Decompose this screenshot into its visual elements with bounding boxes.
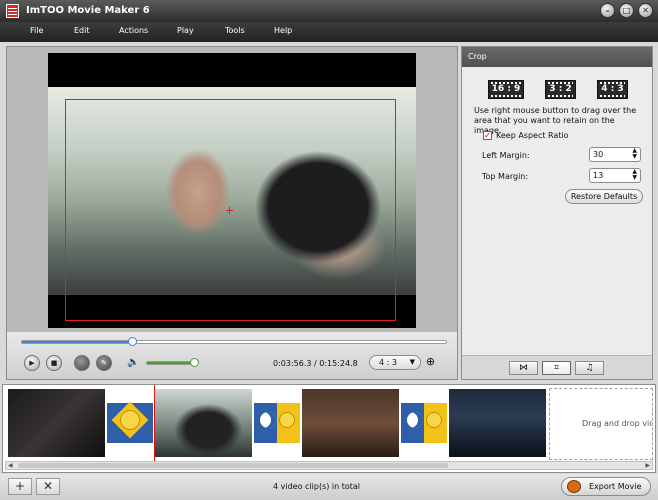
snapshot-button[interactable]: [74, 355, 90, 371]
volume-slider[interactable]: [146, 358, 199, 367]
video-clip-4[interactable]: [449, 389, 546, 457]
top-margin-spinner[interactable]: 13 ▲ ▼: [589, 168, 641, 183]
menu-play[interactable]: Play: [177, 26, 194, 35]
scroll-right-icon[interactable]: ▶: [645, 462, 650, 469]
transition-clip-2[interactable]: [254, 389, 300, 457]
dropdown-arrow-icon: ▼: [409, 358, 415, 366]
maximize-button[interactable]: □: [619, 3, 634, 18]
top-margin-label: Top Margin:: [482, 172, 529, 181]
status-bar: + ✕ 4 video clip(s) in total Export Movi…: [0, 474, 658, 500]
spin-arrows-icon[interactable]: ▲ ▼: [632, 169, 637, 181]
add-clip-button[interactable]: +: [8, 478, 32, 495]
left-margin-value: 30: [593, 150, 604, 159]
seek-progress: [22, 341, 133, 343]
top-margin-value: 13: [593, 171, 604, 180]
volume-handle[interactable]: [190, 358, 199, 367]
keep-aspect-row[interactable]: ✓ Keep Aspect Ratio: [483, 131, 569, 140]
export-icon: [567, 480, 581, 493]
aspect-ratio-value: 4 : 3: [379, 358, 397, 367]
moon-icon: [260, 412, 276, 428]
seek-handle[interactable]: [128, 337, 138, 346]
crop-panel: Crop 16 : 9 3 : 2 4 : 3 Use right mouse …: [461, 46, 653, 380]
volume-icon[interactable]: 🔈: [127, 357, 139, 368]
app-film-icon: [6, 4, 19, 18]
timeline: Drag and drop vide ◀ ▶: [2, 384, 656, 473]
playhead[interactable]: [154, 385, 155, 461]
preview-panel: [6, 46, 458, 380]
export-movie-button[interactable]: Export Movie: [561, 477, 651, 496]
menu-edit[interactable]: Edit: [74, 26, 90, 35]
minimize-button[interactable]: –: [600, 3, 615, 18]
sun-center: [120, 410, 140, 430]
transition-tab-icon[interactable]: ⋈: [509, 361, 538, 375]
menu-tools[interactable]: Tools: [225, 26, 245, 35]
crop-panel-header: Crop: [462, 47, 652, 67]
play-button[interactable]: ▶: [24, 355, 40, 371]
transition-clip-1[interactable]: [107, 389, 153, 457]
ratio-4-3-button[interactable]: 4 : 3: [597, 80, 628, 99]
music-tab-icon[interactable]: ♫: [575, 361, 604, 375]
spin-arrows-icon[interactable]: ▲ ▼: [632, 148, 637, 160]
sun-icon: [426, 412, 442, 428]
menu-file[interactable]: File: [30, 26, 43, 35]
scrollbar-thumb[interactable]: [18, 463, 448, 468]
menu-bar: File Edit Actions Play Tools Help: [0, 22, 658, 42]
crop-center-marker: [226, 207, 233, 214]
moon-icon: [407, 412, 423, 428]
clip-count: 4 video clip(s) in total: [273, 482, 361, 491]
video-clip-3[interactable]: [302, 389, 399, 457]
timeline-scrollbar[interactable]: ◀ ▶: [5, 461, 653, 470]
export-label: Export Movie: [589, 482, 642, 491]
aspect-ratio-select[interactable]: 4 : 3 ▼: [369, 355, 421, 370]
video-preview[interactable]: [48, 53, 416, 328]
drop-zone[interactable]: Drag and drop vide: [549, 388, 653, 460]
video-clip-1[interactable]: [8, 389, 105, 457]
close-button[interactable]: ✕: [638, 3, 653, 18]
ratio-16-9-button[interactable]: 16 : 9: [488, 80, 524, 99]
panel-tabs: ⋈ ⌗ ♫: [462, 355, 652, 379]
stop-button[interactable]: ■: [46, 355, 62, 371]
volume-level: [147, 362, 195, 364]
sun-icon: [279, 412, 295, 428]
timecode: 0:03:56.3 / 0:15:24.8: [273, 359, 358, 368]
transition-clip-3[interactable]: [401, 389, 447, 457]
menu-actions[interactable]: Actions: [119, 26, 148, 35]
ratio-3-2-button[interactable]: 3 : 2: [545, 80, 576, 99]
keep-aspect-label: Keep Aspect Ratio: [496, 131, 569, 140]
menu-help[interactable]: Help: [274, 26, 292, 35]
fit-crosshair-icon[interactable]: ⊕: [423, 354, 438, 369]
edit-pen-button[interactable]: ✎: [96, 355, 112, 371]
scroll-left-icon[interactable]: ◀: [8, 462, 13, 469]
player-controls: ▶ ■ ✎ 🔈 0:03:56.3 / 0:15:24.8 4 : 3 ▼ ⊕: [6, 332, 458, 380]
window-title: ImTOO Movie Maker 6: [26, 5, 150, 16]
left-margin-spinner[interactable]: 30 ▲ ▼: [589, 147, 641, 162]
crop-tab-icon[interactable]: ⌗: [542, 361, 571, 375]
keep-aspect-checkbox[interactable]: ✓: [483, 131, 492, 140]
video-clip-2[interactable]: [155, 389, 252, 457]
seek-slider[interactable]: [21, 337, 447, 346]
restore-defaults-button[interactable]: Restore Defaults: [565, 189, 643, 204]
title-bar: ImTOO Movie Maker 6 – □ ✕: [0, 0, 658, 22]
remove-clip-button[interactable]: ✕: [36, 478, 60, 495]
left-margin-label: Left Margin:: [482, 151, 530, 160]
